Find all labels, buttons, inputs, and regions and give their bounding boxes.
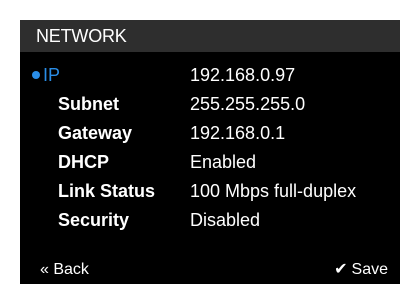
setting-value: 192.168.0.97 bbox=[190, 65, 296, 85]
setting-value: 192.168.0.1 bbox=[190, 123, 286, 143]
back-button[interactable]: « Back bbox=[40, 260, 89, 280]
selection-indicator-icon bbox=[32, 71, 40, 79]
setting-label: IP bbox=[43, 65, 61, 85]
setting-label: DHCP bbox=[58, 152, 110, 172]
screen-footer: « Back ✔ Save bbox=[20, 258, 400, 284]
save-button[interactable]: ✔ Save bbox=[334, 260, 388, 280]
setting-value: Enabled bbox=[190, 152, 257, 172]
setting-row-security[interactable]: Security Disabled bbox=[20, 205, 400, 234]
settings-list: IP 192.168.0.97 Subnet 255.255.255.0 Gat… bbox=[20, 60, 400, 234]
page-title: NETWORK bbox=[36, 26, 127, 46]
save-label: Save bbox=[351, 261, 388, 278]
check-icon: ✔ bbox=[334, 261, 348, 278]
setting-label: Link Status bbox=[58, 181, 156, 201]
setting-row-ip[interactable]: IP 192.168.0.97 bbox=[20, 60, 400, 89]
setting-value: Disabled bbox=[190, 210, 261, 230]
setting-row-dhcp[interactable]: DHCP Enabled bbox=[20, 147, 400, 176]
setting-value: 255.255.255.0 bbox=[190, 94, 306, 114]
setting-row-link-status[interactable]: Link Status 100 Mbps full-duplex bbox=[20, 176, 400, 205]
header-divider bbox=[20, 52, 400, 58]
setting-label: Subnet bbox=[58, 94, 119, 114]
screen-header: NETWORK bbox=[20, 20, 400, 52]
setting-label: Security bbox=[58, 210, 130, 230]
setting-label: Gateway bbox=[58, 123, 133, 143]
setting-value: 100 Mbps full-duplex bbox=[190, 181, 357, 201]
device-screen: NETWORK IP 192.168.0.97 Subnet 255.255.2… bbox=[20, 20, 400, 284]
setting-row-gateway[interactable]: Gateway 192.168.0.1 bbox=[20, 118, 400, 147]
setting-row-subnet[interactable]: Subnet 255.255.255.0 bbox=[20, 89, 400, 118]
